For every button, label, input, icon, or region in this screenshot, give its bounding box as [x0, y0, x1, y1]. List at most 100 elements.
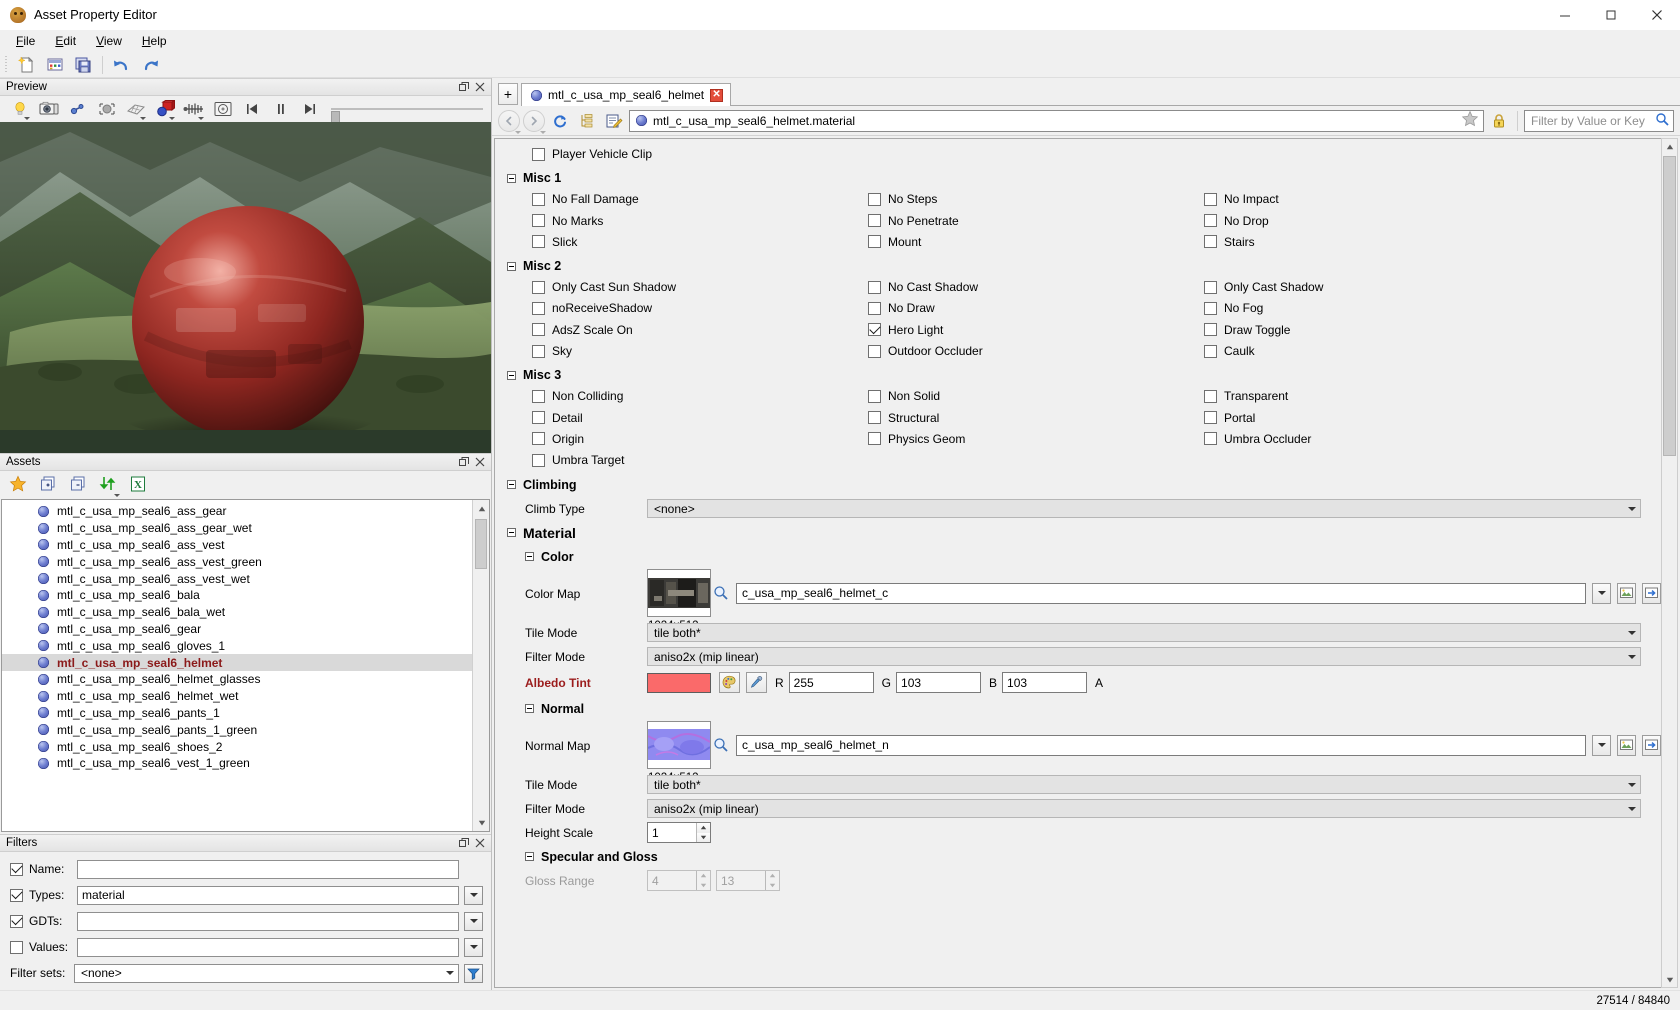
- collapse-icon[interactable]: [525, 704, 534, 714]
- minimize-button[interactable]: [1542, 0, 1588, 30]
- refresh-icon[interactable]: [548, 109, 572, 133]
- property-scrollbar-thumb[interactable]: [1663, 156, 1676, 456]
- list-item[interactable]: mtl_c_usa_mp_seal6_ass_vest: [2, 537, 472, 554]
- checkbox-no-steps[interactable]: No Steps: [868, 192, 937, 206]
- list-item[interactable]: mtl_c_usa_mp_seal6_gloves_1: [2, 637, 472, 654]
- remove-from-set-icon[interactable]: [68, 474, 88, 494]
- tab-material-document[interactable]: mtl_c_usa_mp_seal6_helmet ✕: [521, 83, 732, 106]
- property-vertical-scrollbar[interactable]: [1661, 138, 1678, 988]
- collapse-icon[interactable]: [507, 173, 516, 183]
- checkbox-no-impact[interactable]: No Impact: [1204, 192, 1279, 206]
- albedo-b-input[interactable]: 103: [1002, 672, 1088, 694]
- list-item[interactable]: mtl_c_usa_mp_seal6_shoes_2: [2, 738, 472, 755]
- checkbox-box[interactable]: [868, 323, 881, 337]
- assets-float-icon[interactable]: [457, 455, 471, 469]
- wireframe-icon[interactable]: [64, 97, 91, 121]
- assets-scroll-down-button[interactable]: [473, 814, 489, 831]
- list-item[interactable]: mtl_c_usa_mp_seal6_ass_gear: [2, 503, 472, 520]
- filter-chevron-down-icon[interactable]: [464, 885, 483, 905]
- checkbox-slick[interactable]: Slick: [532, 235, 577, 249]
- back-arrow-icon[interactable]: [498, 109, 521, 134]
- color-map-thumbnail[interactable]: [647, 568, 711, 617]
- checkbox-no-draw[interactable]: No Draw: [868, 301, 935, 315]
- gloss-range-max-spinner-down[interactable]: [766, 880, 779, 891]
- color-palette-icon[interactable]: [719, 672, 740, 694]
- checkbox-mount[interactable]: Mount: [868, 235, 921, 249]
- list-item[interactable]: mtl_c_usa_mp_seal6_vest_1_green: [2, 755, 472, 772]
- checkbox-hero-light[interactable]: Hero Light: [868, 323, 943, 337]
- filter-sets-combo[interactable]: <none>: [74, 963, 459, 983]
- checkbox-no-cast-shadow[interactable]: No Cast Shadow: [868, 280, 978, 294]
- climb-type-combo[interactable]: <none>: [647, 499, 1641, 519]
- star-icon[interactable]: [1461, 110, 1479, 131]
- checkbox-physics-geom[interactable]: Physics Geom: [868, 432, 965, 446]
- checkbox-draw-toggle[interactable]: Draw Toggle: [1204, 323, 1290, 337]
- list-item[interactable]: mtl_c_usa_mp_seal6_gear: [2, 621, 472, 638]
- checkbox-box[interactable]: [868, 411, 881, 425]
- menu-item-edit[interactable]: Edit: [45, 32, 86, 50]
- address-input[interactable]: mtl_c_usa_mp_seal6_helmet.material: [629, 109, 1484, 132]
- magnifier-icon[interactable]: [1655, 112, 1669, 129]
- checkbox-no-penetrate[interactable]: No Penetrate: [868, 214, 959, 228]
- pause-icon[interactable]: [267, 97, 294, 121]
- gloss-range-min-spinner-up[interactable]: [697, 871, 710, 881]
- normal-tile-mode-combo[interactable]: tile both*: [647, 775, 1641, 795]
- list-item[interactable]: mtl_c_usa_mp_seal6_bala: [2, 587, 472, 604]
- add-to-set-icon[interactable]: [38, 474, 58, 494]
- normal-map-browse-image-icon[interactable]: [1617, 734, 1636, 756]
- list-item[interactable]: mtl_c_usa_mp_seal6_ass_vest_green: [2, 553, 472, 570]
- filter-value-input[interactable]: [77, 937, 459, 957]
- checkbox-adsz-scale-on[interactable]: AdsZ Scale On: [532, 323, 633, 337]
- assets-list[interactable]: mtl_c_usa_mp_seal6_ass_gear mtl_c_usa_mp_…: [1, 499, 490, 832]
- checkbox-transparent[interactable]: Transparent: [1204, 389, 1288, 403]
- preview-timeline-slider[interactable]: [331, 108, 483, 129]
- normal-map-chevron-down-icon[interactable]: [1592, 734, 1611, 756]
- normal-map-input[interactable]: c_usa_mp_seal6_helmet_n: [736, 734, 1586, 756]
- menu-item-view[interactable]: View: [86, 32, 132, 50]
- gloss-range-min-spinner[interactable]: 4: [647, 870, 711, 892]
- checkbox-umbra-occluder[interactable]: Umbra Occluder: [1204, 432, 1311, 446]
- albedo-color-swatch[interactable]: [647, 672, 711, 693]
- undo-icon[interactable]: [108, 53, 136, 77]
- assets-scroll-up-button[interactable]: [473, 500, 489, 517]
- checkbox-player-vehicle-clip[interactable]: Player Vehicle Clip: [532, 147, 652, 161]
- normal-filter-mode-combo[interactable]: aniso2x (mip linear): [647, 799, 1641, 819]
- albedo-r-input[interactable]: 255: [788, 672, 874, 694]
- gloss-range-min-spinner-stepper[interactable]: [696, 871, 710, 891]
- list-item[interactable]: mtl_c_usa_mp_seal6_helmet_wet: [2, 688, 472, 705]
- checkbox-box[interactable]: [1204, 432, 1217, 446]
- sort-dropdown-arrow[interactable]: [114, 494, 120, 497]
- collapse-icon[interactable]: [507, 261, 516, 271]
- menu-item-file[interactable]: File: [6, 32, 45, 50]
- property-grid[interactable]: Player Vehicle Clip Misc 1 No Fall Damage N…: [494, 138, 1661, 988]
- checkbox-box[interactable]: [1204, 192, 1217, 206]
- checkbox-box[interactable]: [868, 214, 881, 228]
- color-map-goto-icon[interactable]: [1642, 582, 1661, 604]
- eyedropper-icon[interactable]: [746, 672, 767, 694]
- list-item[interactable]: mtl_c_usa_mp_seal6_helmet: [2, 654, 472, 671]
- checkbox-box[interactable]: [532, 389, 545, 403]
- skip-start-icon[interactable]: [238, 97, 265, 121]
- bone-icon[interactable]: [180, 97, 207, 121]
- filter-chevron-down-icon[interactable]: [464, 937, 483, 957]
- checkbox-non-solid[interactable]: Non Solid: [868, 389, 940, 403]
- new-from-template-icon[interactable]: [41, 53, 69, 77]
- collapse-icon[interactable]: [507, 370, 516, 380]
- checkbox-origin[interactable]: Origin: [532, 432, 584, 446]
- checkbox-box[interactable]: [868, 235, 881, 249]
- height-scale-spinner-down[interactable]: [697, 832, 710, 843]
- checkbox-box[interactable]: [868, 389, 881, 403]
- checkbox-box[interactable]: [1204, 323, 1217, 337]
- collapse-icon[interactable]: [525, 552, 534, 562]
- height-scale-spinner-stepper[interactable]: [696, 823, 710, 843]
- tree-outline-icon[interactable]: [575, 109, 599, 133]
- checkbox-box[interactable]: [868, 344, 881, 358]
- property-scroll-up-button[interactable]: [1662, 139, 1677, 154]
- checkbox-box[interactable]: [532, 214, 545, 228]
- group-header-misc-2[interactable]: Misc 2: [495, 254, 1661, 278]
- group-header-normal[interactable]: Normal: [495, 697, 1661, 721]
- checkbox-stairs[interactable]: Stairs: [1204, 235, 1255, 249]
- normal-map-thumbnail[interactable]: [647, 720, 711, 769]
- chevron-down-icon[interactable]: [1623, 800, 1640, 817]
- filter-enable-checkbox[interactable]: [10, 862, 23, 876]
